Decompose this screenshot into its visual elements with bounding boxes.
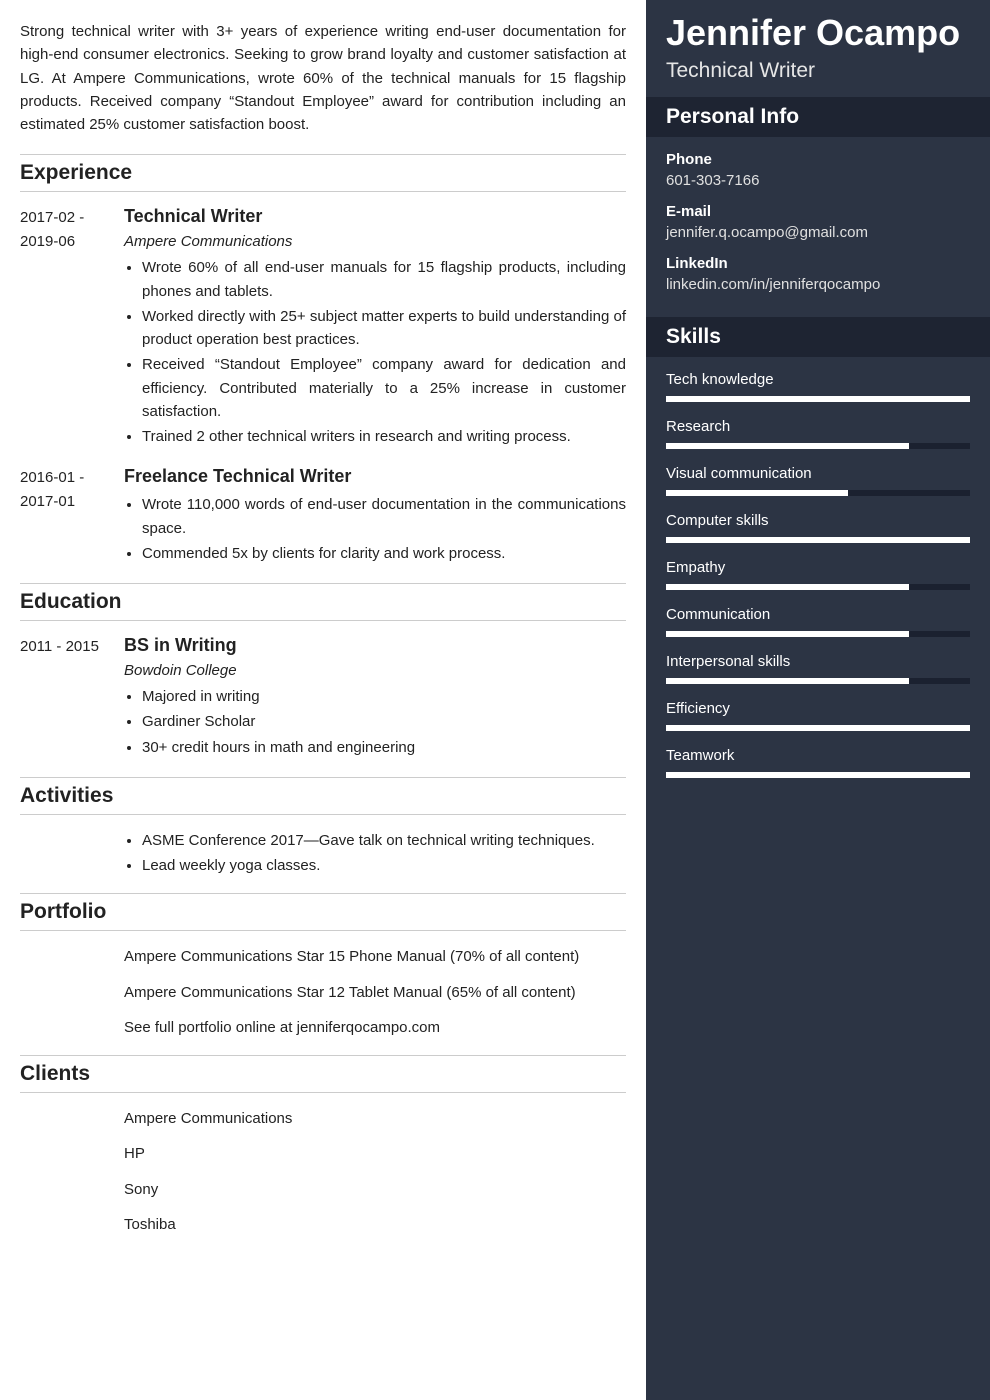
bullet: Wrote 60% of all end-user manuals for 15… [142, 256, 626, 303]
skill-label: Visual communication [666, 465, 970, 482]
info-item: E-mail jennifer.q.ocampo@gmail.com [666, 203, 970, 241]
skill-label: Empathy [666, 559, 970, 576]
portfolio-line: Ampere Communications Star 15 Phone Manu… [124, 945, 626, 968]
sidebar: Jennifer Ocampo Technical Writer Persona… [646, 0, 990, 1400]
entry-subtitle: Ampere Communications [124, 233, 626, 250]
bullet: Received “Standout Employee” company awa… [142, 353, 626, 423]
skill: Visual communication [666, 465, 970, 496]
info-item: LinkedIn linkedin.com/in/jenniferqocampo [666, 255, 970, 293]
entry-bullets: Wrote 60% of all end-user manuals for 15… [124, 256, 626, 448]
skill-label: Tech knowledge [666, 371, 970, 388]
skill-bar [666, 772, 970, 778]
skill-label: Computer skills [666, 512, 970, 529]
bullet: Gardiner Scholar [142, 710, 626, 733]
section-heading-education: Education [20, 583, 626, 621]
entry-bullets: Wrote 110,000 words of end-user document… [124, 493, 626, 565]
main-column: Strong technical writer with 3+ years of… [0, 0, 646, 1400]
entry-date: 2011 - 2015 [20, 635, 124, 761]
entry-body: Technical Writer Ampere Communications Wro… [124, 206, 626, 450]
section-heading-experience: Experience [20, 154, 626, 192]
client-line: Sony [124, 1178, 626, 1201]
entry-subtitle: Bowdoin College [124, 662, 626, 679]
skill: Research [666, 418, 970, 449]
portfolio-line: See full portfolio online at jenniferqoc… [124, 1016, 626, 1039]
skill-fill [666, 537, 970, 543]
activities-list: ASME Conference 2017—Gave talk on techni… [124, 829, 626, 878]
skill: Teamwork [666, 747, 970, 778]
personal-info-block: Phone 601-303-7166 E-mail jennifer.q.ocampo… [646, 137, 990, 317]
entry-body: Freelance Technical Writer Wrote 110,000 … [124, 466, 626, 567]
skill-fill [666, 631, 909, 637]
bullet: Wrote 110,000 words of end-user document… [142, 493, 626, 540]
skill-bar [666, 490, 970, 496]
entry-bullets: Majored in writingGardiner Scholar 30+ cr… [124, 685, 626, 759]
skill: Interpersonal skills [666, 653, 970, 684]
skill: Computer skills [666, 512, 970, 543]
entry: 2016-01 - 2017-01Freelance Technical Wri… [20, 466, 626, 567]
portfolio-list: Ampere Communications Star 15 Phone Manu… [124, 945, 626, 1039]
section-heading-clients: Clients [20, 1055, 626, 1093]
skill-bar [666, 537, 970, 543]
client-line: Toshiba [124, 1213, 626, 1236]
entry: 2017-02 - 2019-06Technical Writer Ampere … [20, 206, 626, 450]
info-value: jennifer.q.ocampo@gmail.com [666, 224, 970, 241]
skill-label: Research [666, 418, 970, 435]
skill-label: Communication [666, 606, 970, 623]
entry: 2011 - 2015BS in Writing Bowdoin College M… [20, 635, 626, 761]
bullet: Commended 5x by clients for clarity and … [142, 542, 626, 565]
bullet: Majored in writing [142, 685, 626, 708]
skill-label: Teamwork [666, 747, 970, 764]
skill-bar [666, 584, 970, 590]
sidebar-heading-skills: Skills [646, 317, 990, 357]
bullet: Worked directly with 25+ subject matter … [142, 305, 626, 352]
info-item: Phone 601-303-7166 [666, 151, 970, 189]
skill: Empathy [666, 559, 970, 590]
bullet: 30+ credit hours in math and engineering [142, 736, 626, 759]
skill-fill [666, 772, 970, 778]
entry-date: 2016-01 - 2017-01 [20, 466, 124, 567]
person-title: Technical Writer [646, 59, 990, 97]
skill: Communication [666, 606, 970, 637]
summary-text: Strong technical writer with 3+ years of… [20, 20, 626, 136]
skill-bar [666, 631, 970, 637]
skill-fill [666, 678, 909, 684]
bullet: Lead weekly yoga classes. [142, 854, 626, 877]
skill-bar [666, 396, 970, 402]
entry-title: Technical Writer [124, 206, 626, 227]
skill-label: Interpersonal skills [666, 653, 970, 670]
skill-bar [666, 678, 970, 684]
skill-fill [666, 584, 909, 590]
info-label: E-mail [666, 203, 970, 220]
sidebar-heading-personal-info: Personal Info [646, 97, 990, 137]
skill-label: Efficiency [666, 700, 970, 717]
skill-fill [666, 443, 909, 449]
section-heading-portfolio: Portfolio [20, 893, 626, 931]
entry-title: Freelance Technical Writer [124, 466, 626, 487]
skill-fill [666, 490, 848, 496]
info-value: linkedin.com/in/jenniferqocampo [666, 276, 970, 293]
skill-bar [666, 443, 970, 449]
bullet: ASME Conference 2017—Gave talk on techni… [142, 829, 626, 852]
person-name: Jennifer Ocampo [646, 0, 990, 59]
entry-body: BS in Writing Bowdoin College Majored in w… [124, 635, 626, 761]
client-line: Ampere Communications [124, 1107, 626, 1130]
client-line: HP [124, 1142, 626, 1165]
skill: Efficiency [666, 700, 970, 731]
info-value: 601-303-7166 [666, 172, 970, 189]
skills-block: Tech knowledge Research Visual communicati… [646, 357, 990, 804]
skill-fill [666, 725, 970, 731]
portfolio-line: Ampere Communications Star 12 Tablet Man… [124, 981, 626, 1004]
info-label: Phone [666, 151, 970, 168]
skill: Tech knowledge [666, 371, 970, 402]
bullet: Trained 2 other technical writers in res… [142, 425, 626, 448]
entry-title: BS in Writing [124, 635, 626, 656]
skill-fill [666, 396, 970, 402]
section-heading-activities: Activities [20, 777, 626, 815]
clients-list: Ampere Communications HP Sony Toshiba [124, 1107, 626, 1236]
info-label: LinkedIn [666, 255, 970, 272]
skill-bar [666, 725, 970, 731]
entry-date: 2017-02 - 2019-06 [20, 206, 124, 450]
